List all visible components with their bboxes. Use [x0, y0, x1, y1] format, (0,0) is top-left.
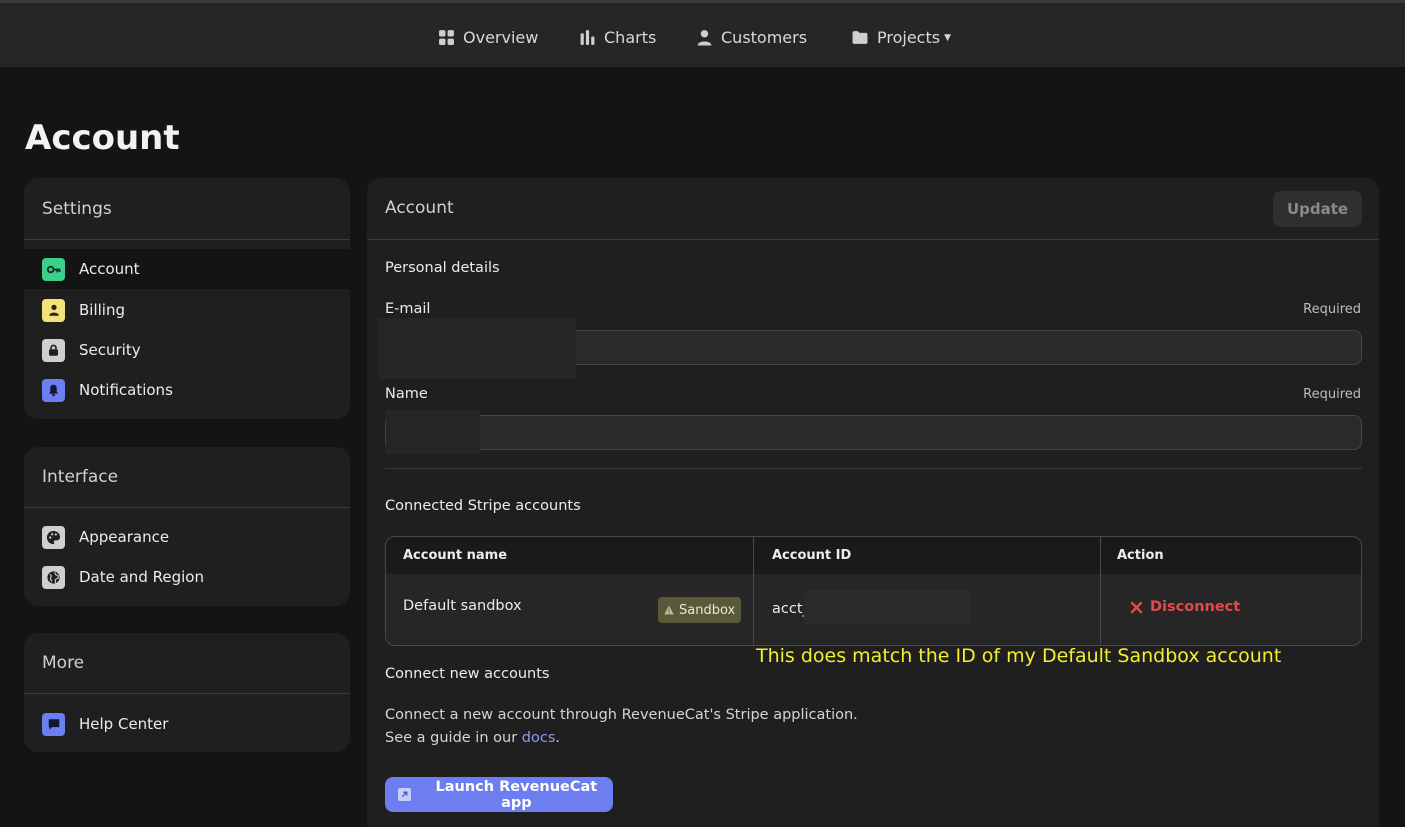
nav-projects-label: Projects — [877, 27, 941, 47]
divider — [24, 693, 350, 694]
docs-link[interactable]: docs — [522, 730, 556, 746]
lock-icon — [42, 338, 65, 362]
column-header-account-name: Account name — [403, 548, 508, 563]
nav-charts[interactable]: Charts — [579, 25, 656, 49]
sidebar-item-label: Date and Region — [79, 568, 204, 586]
disconnect-button[interactable]: Disconnect — [1130, 599, 1240, 615]
sidebar-item-help-center[interactable]: Help Center — [24, 704, 350, 744]
top-navigation: Overview Charts Customers Projects ▼ — [0, 0, 1405, 67]
sidebar-item-label: Security — [79, 341, 141, 359]
column-header-account-id: Account ID — [772, 548, 852, 563]
nav-overview[interactable]: Overview — [438, 25, 538, 49]
personal-details-heading: Personal details — [385, 260, 500, 276]
nav-charts-label: Charts — [604, 27, 657, 47]
stripe-heading: Connected Stripe accounts — [385, 498, 581, 514]
table-row: Default sandbox Sandbox acct_ Disconnect — [386, 574, 1361, 645]
nav-customers[interactable]: Customers — [696, 25, 807, 49]
redacted-name — [386, 410, 480, 454]
sidebar-item-label: Notifications — [79, 381, 173, 399]
update-button[interactable]: Update — [1273, 191, 1362, 227]
connect-description: Connect a new account through RevenueCat… — [385, 707, 858, 723]
sidebar-item-account[interactable]: Account — [24, 249, 350, 289]
close-icon — [1130, 601, 1143, 613]
key-icon — [42, 257, 65, 281]
settings-title: Settings — [42, 199, 112, 219]
connect-heading: Connect new accounts — [385, 666, 550, 682]
table-header: Account name Account ID Action — [386, 537, 1361, 574]
page-title: Account — [25, 118, 180, 158]
interface-title: Interface — [42, 467, 119, 487]
sidebar-item-date-region[interactable]: Date and Region — [24, 557, 350, 597]
name-field[interactable] — [385, 415, 1362, 450]
sidebar-item-appearance[interactable]: Appearance — [24, 517, 350, 557]
divider — [367, 239, 1379, 240]
nav-customers-label: Customers — [721, 27, 808, 47]
sidebar-item-notifications[interactable]: Notifications — [24, 370, 350, 410]
guide-suffix: . — [555, 730, 560, 746]
column-header-action: Action — [1117, 548, 1164, 563]
more-card: More Help Center — [24, 633, 350, 752]
person-icon — [42, 298, 65, 322]
divider — [24, 239, 350, 240]
globe-icon — [42, 565, 65, 589]
more-title: More — [42, 653, 85, 673]
divider — [385, 468, 1362, 469]
redacted-email — [378, 318, 576, 379]
column-divider — [1100, 537, 1101, 645]
badge-label: Sandbox — [679, 602, 736, 618]
stripe-accounts-table: Account name Account ID Action Default s… — [385, 536, 1362, 646]
connect-guide-text: See a guide in our docs. — [385, 730, 560, 746]
nav-projects[interactable]: Projects ▼ — [851, 25, 951, 49]
chat-icon — [42, 712, 65, 736]
bell-icon — [42, 378, 65, 402]
email-required: Required — [1303, 302, 1361, 317]
disconnect-label: Disconnect — [1150, 599, 1241, 615]
sidebar-item-billing[interactable]: Billing — [24, 290, 350, 330]
bar-chart-icon — [580, 29, 595, 45]
account-name-cell: Default sandbox — [403, 598, 522, 614]
external-link-icon — [398, 788, 411, 801]
nav-overview-label: Overview — [463, 27, 539, 47]
sidebar-item-label: Account — [79, 260, 140, 278]
status-badge: Sandbox — [658, 597, 742, 623]
grid-icon — [439, 29, 454, 45]
warning-icon — [664, 605, 674, 615]
screenshot-annotation: This does match the ID of my Default San… — [756, 645, 1282, 667]
column-divider — [753, 537, 754, 645]
user-icon — [697, 29, 712, 45]
redacted-account-id — [804, 590, 970, 625]
email-label: E-mail — [385, 301, 431, 317]
sidebar-item-label: Appearance — [79, 528, 170, 546]
launch-button-label: Launch RevenueCat app — [435, 778, 598, 811]
guide-prefix: See a guide in our — [385, 730, 522, 746]
divider — [24, 507, 350, 508]
panel-title: Account — [385, 198, 454, 218]
launch-revenuecat-button[interactable]: Launch RevenueCat app — [385, 777, 613, 812]
sidebar-item-security[interactable]: Security — [24, 330, 350, 370]
settings-card: Settings Account Billing Security Notifi… — [24, 178, 350, 419]
name-label: Name — [385, 386, 428, 402]
folder-icon — [852, 30, 868, 44]
palette-icon — [42, 525, 65, 549]
sidebar-item-label: Billing — [79, 301, 125, 319]
account-panel: Account Update Personal details E-mail R… — [367, 178, 1379, 827]
sidebar-item-label: Help Center — [79, 715, 169, 733]
chevron-down-icon: ▼ — [944, 33, 951, 43]
interface-card: Interface Appearance Date and Region — [24, 447, 350, 606]
name-required: Required — [1303, 387, 1361, 402]
